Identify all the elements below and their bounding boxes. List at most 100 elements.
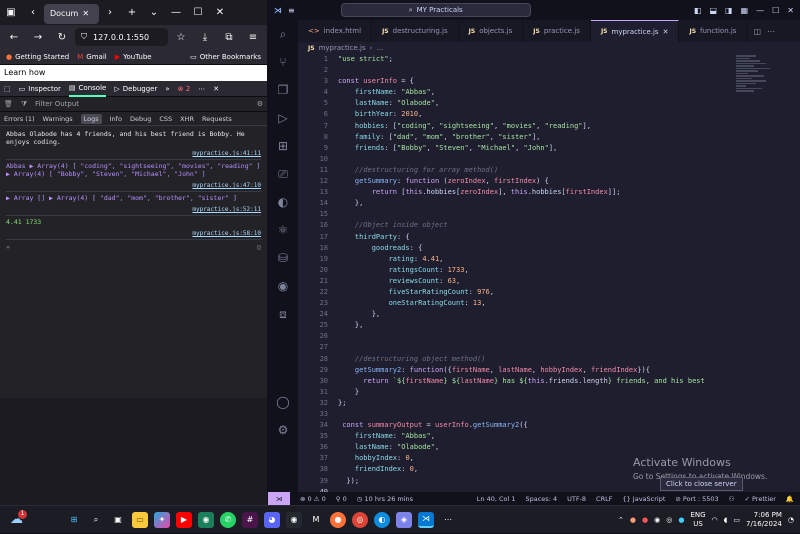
downloads-icon[interactable]: ⤓ xyxy=(194,26,216,48)
tab-objects-js[interactable]: JS objects.js xyxy=(459,20,524,42)
code-line[interactable]: firstName: "Abbas", xyxy=(338,431,733,442)
tray-app-icon[interactable]: ● xyxy=(630,516,636,524)
menu-icon[interactable]: ≡ xyxy=(288,6,295,15)
tray-app-icon[interactable]: ● xyxy=(678,516,684,524)
code-line[interactable] xyxy=(338,209,733,220)
tab-scroll-right-icon[interactable]: › xyxy=(99,2,121,24)
youtube-icon[interactable]: ▶ xyxy=(176,511,192,528)
code-line[interactable]: lastName: "Olabode", xyxy=(338,98,733,109)
code-line[interactable] xyxy=(338,65,733,76)
filter-input[interactable]: Filter Output xyxy=(35,100,249,108)
explorer-icon[interactable]: ❐ xyxy=(268,76,298,104)
source-link[interactable]: mypractice.js:58:10 xyxy=(6,230,261,237)
weather-widget[interactable]: ☁ 1 xyxy=(10,510,27,527)
devtools-close-icon[interactable]: ✕ xyxy=(213,85,219,93)
tray-app-icon[interactable]: ◉ xyxy=(654,516,660,524)
code-line[interactable]: getSummary: function (zeroIndex, firstIn… xyxy=(338,176,733,187)
level-errors[interactable]: Errors (1) xyxy=(4,115,35,123)
slack-icon[interactable]: # xyxy=(242,511,258,528)
source-link[interactable]: mypractice.js:41:11 xyxy=(6,150,261,157)
code-line[interactable]: } xyxy=(338,387,733,398)
tray-app-icon[interactable]: ● xyxy=(642,516,648,524)
volume-icon[interactable]: ◖ xyxy=(724,516,728,524)
list-tabs-icon[interactable]: ⌄ xyxy=(143,2,165,24)
more-actions-icon[interactable]: ⋯ xyxy=(767,27,775,36)
tab-destructuring-js[interactable]: JS destructuring.js xyxy=(372,20,459,42)
code-line[interactable] xyxy=(338,331,733,342)
more-apps-icon[interactable]: ⋯ xyxy=(440,512,456,528)
language-mode[interactable]: {} JavaScript xyxy=(622,495,665,503)
browser-tab[interactable]: Docum ✕ xyxy=(44,3,99,24)
pick-element-icon[interactable]: ⬚ xyxy=(4,85,11,93)
clock[interactable]: 7:06 PM 7/16/2024 xyxy=(746,511,782,529)
camera-icon[interactable]: ◉ xyxy=(198,511,214,528)
other-bookmarks[interactable]: ▭ Other Bookmarks xyxy=(190,53,261,61)
live-server-port[interactable]: ⊘ Port : 5503 xyxy=(675,495,718,503)
code-line[interactable]: goodreads: { xyxy=(338,243,733,254)
ports-indicator[interactable]: ⚲ 0 xyxy=(336,495,347,503)
chrome-icon[interactable]: ◎ xyxy=(352,511,368,528)
tab-practice-js[interactable]: JS practice.js xyxy=(523,20,591,42)
close-tab-icon[interactable]: ✕ xyxy=(82,9,89,18)
discord-icon[interactable]: ◕ xyxy=(264,511,280,528)
github-icon[interactable]: ◉ xyxy=(286,511,302,528)
code-editor[interactable]: "use strict"; const userInfo = { firstNa… xyxy=(338,54,733,492)
close-icon[interactable]: ✕ xyxy=(787,6,794,15)
github-icon[interactable]: ◉ xyxy=(268,272,298,300)
run-debug-icon[interactable]: ▷ xyxy=(268,104,298,132)
tab-overview-icon[interactable]: ▣ xyxy=(0,2,22,24)
edge-devtools-icon[interactable]: ◐ xyxy=(268,188,298,216)
tray-app-icon[interactable]: ◎ xyxy=(666,516,672,524)
tab-index-html[interactable]: <> index.html xyxy=(298,20,373,42)
minimize-icon[interactable]: — xyxy=(165,2,187,24)
task-view-icon[interactable]: ▣ xyxy=(110,512,126,528)
code-line[interactable]: //destructuring for array method() xyxy=(338,165,733,176)
code-line[interactable]: fiveStarRatingCount: 976, xyxy=(338,287,733,298)
indentation[interactable]: Spaces: 4 xyxy=(526,495,558,503)
back-icon[interactable]: ← xyxy=(3,26,25,48)
code-line[interactable]: family: ["dad", "mom", "brother", "siste… xyxy=(338,132,733,143)
react-icon[interactable]: ⚛ xyxy=(268,216,298,244)
code-line[interactable]: thirdParty: { xyxy=(338,232,733,243)
tab-mypractice-js[interactable]: JS mypractice.js ✕ xyxy=(590,20,680,42)
timer-indicator[interactable]: ◷ 10 hrs 26 mins xyxy=(357,495,413,503)
error-badge[interactable]: ⊗ 2 xyxy=(178,85,191,93)
level-requests[interactable]: Requests xyxy=(202,115,232,123)
code-line[interactable]: return [this.hobbies[zeroIndex], this.ho… xyxy=(338,187,733,198)
devtools-menu-icon[interactable]: ⋯ xyxy=(198,85,205,93)
command-center-search[interactable]: ⌕ MY Practicals xyxy=(340,3,531,17)
remote-explorer-icon[interactable]: ⎚ xyxy=(268,160,298,188)
python-icon[interactable]: ⛁ xyxy=(268,244,298,272)
code-line[interactable]: "use strict"; xyxy=(338,54,733,65)
code-line[interactable]: const summaryOutput = userInfo.getSummar… xyxy=(338,420,733,431)
devtools-tab-console[interactable]: ▤ Console xyxy=(68,81,107,97)
toggle-secondary-sidebar-icon[interactable]: ◨ xyxy=(725,6,733,15)
bookmark-youtube[interactable]: ▶ YouTube xyxy=(115,53,152,61)
minimize-icon[interactable]: — xyxy=(756,6,764,15)
encoding[interactable]: UTF-8 xyxy=(567,495,586,503)
medium-icon[interactable]: M xyxy=(308,512,324,528)
search-icon[interactable]: ⌕ xyxy=(88,512,104,528)
code-line[interactable]: friends: ["Bobby", "Steven", "Michael", … xyxy=(338,143,733,154)
prettier-status[interactable]: ✓ Prettier xyxy=(744,495,775,503)
new-tab-icon[interactable]: + xyxy=(121,2,143,24)
toggle-panel-icon[interactable]: ⬓ xyxy=(709,6,717,15)
code-line[interactable]: }, xyxy=(338,320,733,331)
split-editor-icon[interactable]: ◫ xyxy=(753,27,761,36)
code-line[interactable]: rating: 4.41, xyxy=(338,254,733,265)
level-logs[interactable]: Logs xyxy=(80,113,102,124)
notification-icon[interactable]: ◔ xyxy=(788,516,794,524)
code-line[interactable] xyxy=(338,154,733,165)
trash-icon[interactable]: 🗑 xyxy=(4,100,13,108)
devtools-tab-debugger[interactable]: ▷ Debugger xyxy=(114,85,157,93)
source-control-icon[interactable]: ⑂ xyxy=(268,48,298,76)
code-line[interactable]: lastName: "Olabode", xyxy=(338,442,733,453)
code-line[interactable]: }, xyxy=(338,309,733,320)
code-line[interactable]: //Object inside object xyxy=(338,220,733,231)
wifi-icon[interactable]: ◠ xyxy=(712,516,718,524)
toggle-sidebar-icon[interactable]: ◧ xyxy=(694,6,702,15)
customize-layout-icon[interactable]: ▦ xyxy=(741,6,749,15)
code-line[interactable]: getSummary2: function({firstName, lastNa… xyxy=(338,365,733,376)
settings-gear-icon[interactable]: ⚙ xyxy=(257,100,263,108)
copilot-icon[interactable]: ⚇ xyxy=(729,495,735,503)
